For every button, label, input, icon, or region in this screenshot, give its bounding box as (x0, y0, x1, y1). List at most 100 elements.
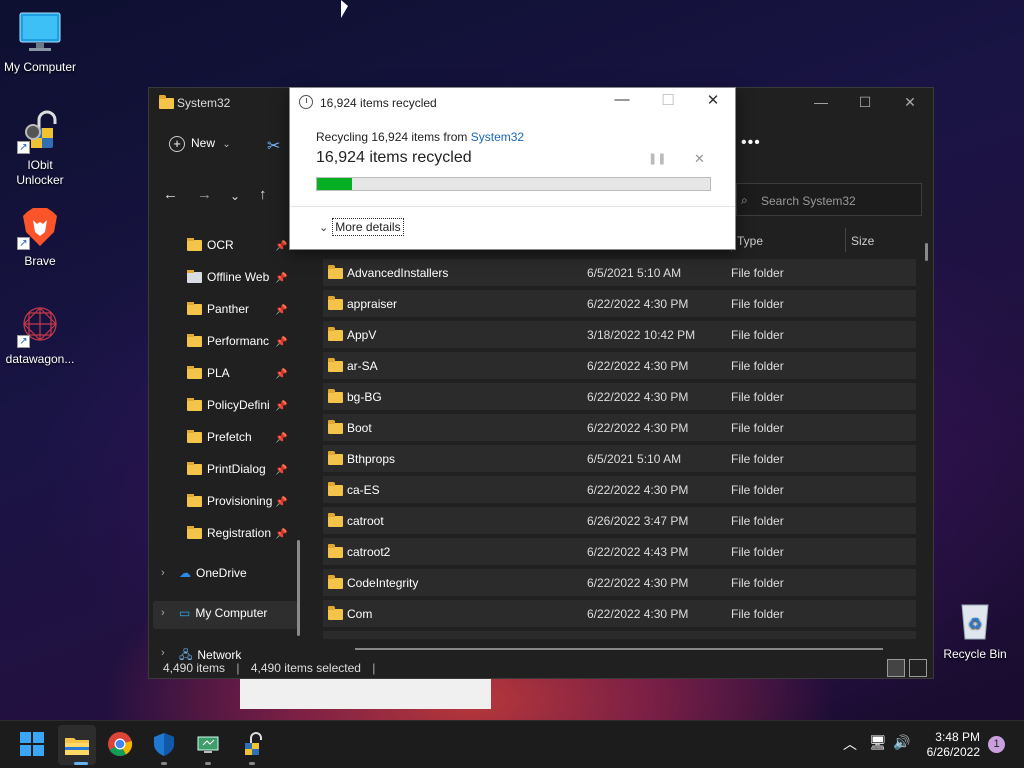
up-arrow-icon[interactable]: ↑ (259, 186, 267, 203)
sidebar-item-offline-web[interactable]: Offline Web (187, 270, 287, 294)
sidebar-item-performance[interactable]: Performanc (187, 334, 287, 358)
maximize-button[interactable]: ☐ (855, 94, 875, 111)
back-arrow-icon[interactable]: ← (163, 186, 178, 203)
table-row-partial[interactable] (323, 631, 916, 639)
folder-icon (187, 302, 202, 316)
source-folder-link[interactable]: System32 (471, 130, 524, 144)
sidebar-item-prefetch[interactable]: Prefetch (187, 430, 287, 454)
notification-badge[interactable]: 1 (988, 736, 1005, 753)
table-row[interactable]: ca-ES 6/22/2022 4:30 PM File folder (323, 476, 916, 503)
status-divider: | (236, 661, 240, 675)
cut-icon[interactable]: ✂ (267, 136, 280, 156)
chevron-right-icon[interactable]: › (161, 647, 165, 659)
column-header-type[interactable]: Type (737, 234, 763, 248)
pin-icon: 📌 (275, 401, 288, 412)
table-row[interactable]: Bthprops 6/5/2021 5:10 AM File folder (323, 445, 916, 472)
vertical-scrollbar[interactable] (925, 243, 928, 261)
sidebar-item-policydefinitions[interactable]: PolicyDefini (187, 398, 287, 422)
horizontal-scrollbar[interactable] (355, 648, 883, 650)
table-row[interactable]: bg-BG 6/22/2022 4:30 PM File folder (323, 383, 916, 410)
desktop-icon-recycle-bin[interactable]: ♻ Recycle Bin (935, 597, 1015, 662)
dialog-minimize-button[interactable]: — (612, 91, 632, 108)
row-name: ar-SA (347, 359, 378, 373)
more-details-button[interactable]: ⌄ More details (319, 218, 404, 236)
row-date: 6/5/2021 5:10 AM (587, 266, 682, 280)
chevron-right-icon[interactable]: › (161, 607, 165, 619)
iobit-unlocker-taskbar-button[interactable] (239, 731, 267, 759)
desktop-icon-my-computer[interactable]: My Computer (0, 10, 80, 75)
folder-icon (159, 95, 174, 109)
dialog-close-button[interactable]: ✕ (703, 91, 723, 109)
pin-icon: 📌 (275, 305, 288, 316)
window-title: System32 (177, 96, 231, 110)
file-explorer-taskbar-button[interactable] (63, 731, 91, 759)
start-button[interactable] (19, 731, 47, 759)
desktop-icon-datawagon[interactable]: ↗ datawagon... (0, 302, 80, 367)
show-hidden-icons-chevron-icon[interactable]: ︿ (843, 734, 857, 754)
desktop-icon-iobit-unlocker[interactable]: ↗ IObit Unlocker (0, 108, 80, 188)
table-row[interactable]: catroot 6/26/2022 3:47 PM File folder (323, 507, 916, 534)
more-options-icon[interactable]: ••• (741, 134, 761, 152)
chrome-taskbar-button[interactable] (107, 731, 135, 759)
item-count: 4,490 items (163, 661, 226, 675)
sidebar-item-printdialog[interactable]: PrintDialog (187, 462, 287, 486)
network-tray-icon[interactable]: 🖥 (869, 734, 887, 751)
forward-arrow-icon[interactable]: → (197, 186, 212, 203)
table-row[interactable]: catroot2 6/22/2022 4:43 PM File folder (323, 538, 916, 565)
sidebar-item-my-computer[interactable]: ▭ My Computer (179, 606, 279, 630)
volume-icon[interactable]: 🔊 (893, 734, 910, 751)
row-type: File folder (731, 328, 784, 342)
desktop-icon-label: Brave (24, 254, 56, 268)
table-row[interactable]: AppV 3/18/2022 10:42 PM File folder (323, 321, 916, 348)
desktop-icon-brave[interactable]: ↗ Brave (0, 204, 80, 269)
table-row[interactable]: Boot 6/22/2022 4:30 PM File folder (323, 414, 916, 441)
sidebar-item-ocr[interactable]: OCR (187, 238, 287, 262)
folder-icon (328, 575, 343, 589)
table-row[interactable]: CodeIntegrity 6/22/2022 4:30 PM File folde… (323, 569, 916, 596)
folder-icon (187, 398, 202, 412)
progress-bar (316, 177, 711, 191)
defender-taskbar-button[interactable] (151, 731, 179, 759)
folder-icon (328, 358, 343, 372)
column-header-size[interactable]: Size (851, 234, 874, 248)
sidebar-item-pla[interactable]: PLA (187, 366, 287, 390)
sidebar-item-panther[interactable]: Panther (187, 302, 287, 326)
more-details-label: More details (332, 218, 404, 236)
sidebar-scrollbar[interactable] (297, 540, 300, 636)
table-row[interactable]: appraiser 6/22/2022 4:30 PM File folder (323, 290, 916, 317)
system-clock[interactable]: 3:48 PM 6/26/2022 (927, 730, 980, 760)
table-row[interactable]: AdvancedInstallers 6/5/2021 5:10 AM File f… (323, 259, 916, 286)
large-icons-view-icon[interactable] (909, 659, 927, 677)
row-date: 6/22/2022 4:30 PM (587, 483, 689, 497)
new-button[interactable]: + New ⌄ (169, 136, 231, 152)
sidebar-item-registration[interactable]: Registration (187, 526, 287, 550)
close-button[interactable]: ✕ (900, 94, 920, 111)
padlock-icon (245, 732, 262, 755)
folder-icon (187, 494, 202, 508)
table-row[interactable]: ar-SA 6/22/2022 4:30 PM File folder (323, 352, 916, 379)
column-separator[interactable] (845, 228, 846, 252)
sidebar-item-onedrive[interactable]: ☁ OneDrive (179, 566, 279, 590)
minimize-button[interactable]: — (811, 94, 831, 110)
search-input[interactable]: ⌕ Search System32 (736, 183, 922, 216)
row-date: 6/22/2022 4:30 PM (587, 390, 689, 404)
chevron-right-icon[interactable]: › (161, 567, 165, 579)
sidebar-item-label: Registration (207, 526, 272, 540)
folder-icon (187, 334, 202, 348)
row-date: 6/26/2022 3:47 PM (587, 514, 689, 528)
cancel-icon[interactable]: ✕ (694, 151, 705, 167)
offline-web-icon (187, 270, 202, 284)
sidebar-item-label: Prefetch (207, 430, 252, 444)
sidebar-item-provisioning[interactable]: Provisioning (187, 494, 287, 518)
sidebar-item-network[interactable]: 🖧 Network (179, 646, 279, 660)
pause-icon[interactable]: ❚❚ (648, 152, 666, 165)
selected-count: 4,490 items selected (250, 661, 361, 675)
app-taskbar-button[interactable] (195, 731, 223, 759)
table-row[interactable]: Com 6/22/2022 4:30 PM File folder (323, 600, 916, 627)
details-view-icon[interactable] (887, 659, 905, 677)
recent-locations-icon[interactable]: ⌄ (230, 189, 240, 203)
pin-icon: 📌 (275, 465, 288, 476)
running-indicator (74, 762, 88, 765)
folder-icon (328, 420, 343, 434)
running-indicator (161, 762, 167, 765)
